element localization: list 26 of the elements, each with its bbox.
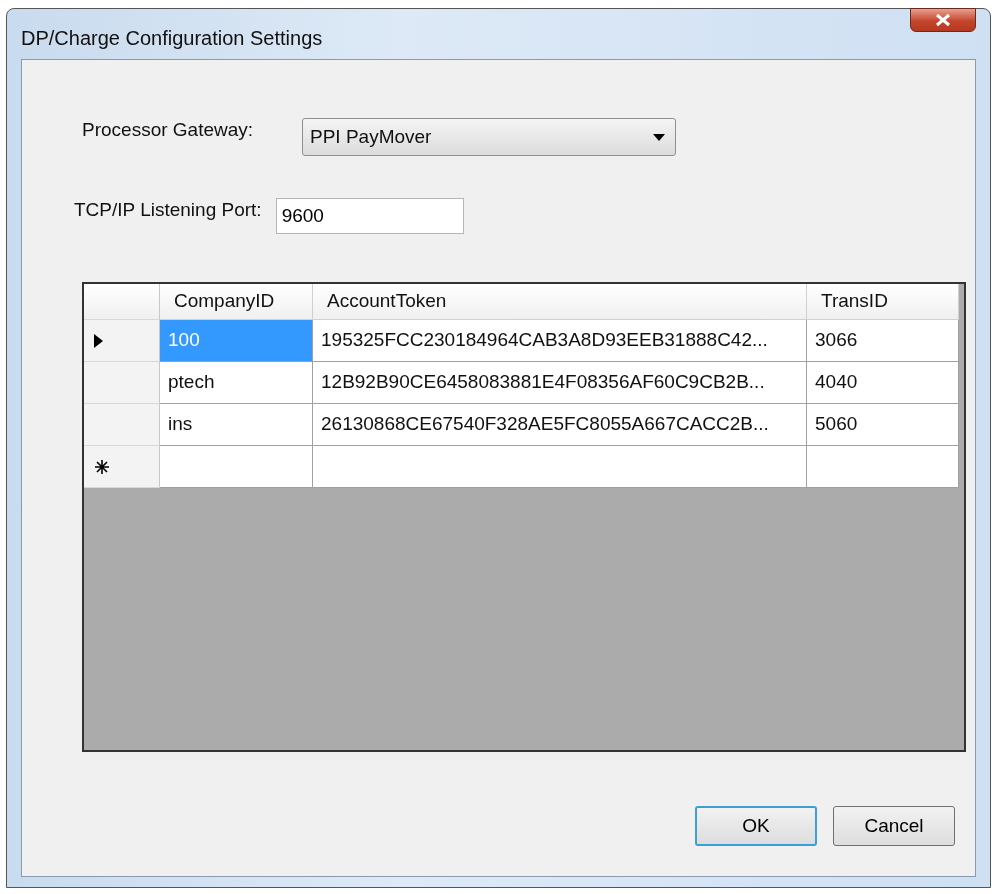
row-header[interactable] [84,446,160,488]
column-header[interactable]: TransID [807,284,959,320]
new-row-icon [94,458,110,475]
table-cell[interactable]: 4040 [807,362,959,404]
dialog-button[interactable]: Cancel [833,806,955,846]
table-cell[interactable]: 3066 [807,320,959,362]
window-title: DP/Charge Configuration Settings [21,26,323,51]
column-header[interactable]: CompanyID [160,284,313,320]
table-cell[interactable]: ins [160,404,313,446]
table-cell[interactable]: 12B92B90CE6458083881E4F08356AF60C9CB2B... [313,362,807,404]
table-cell[interactable]: 5060 [807,404,959,446]
close-icon [934,13,952,27]
corner-header[interactable] [84,284,160,320]
port-field[interactable]: 9600 [275,198,464,234]
table-cell[interactable]: 195325FCC230184964CAB3A8D93EEB31888C42... [313,320,807,362]
dropdown-value: PPI PayMover [310,124,432,149]
close-button[interactable] [910,8,976,32]
current-row-icon [94,333,103,348]
field-label: TCP/IP Listening Port: [74,198,262,222]
caret-icon [653,133,665,141]
field-label: Processor Gateway: [82,118,255,142]
gateway-dropdown[interactable]: PPI PayMover [302,118,676,156]
table-cell[interactable]: ptech [160,362,313,404]
table-cell[interactable]: 26130868CE67540F328AE5FC8055A667CACC2B... [313,404,807,446]
dialog-button[interactable]: OK [695,806,817,846]
column-header[interactable]: AccountToken [313,284,807,320]
